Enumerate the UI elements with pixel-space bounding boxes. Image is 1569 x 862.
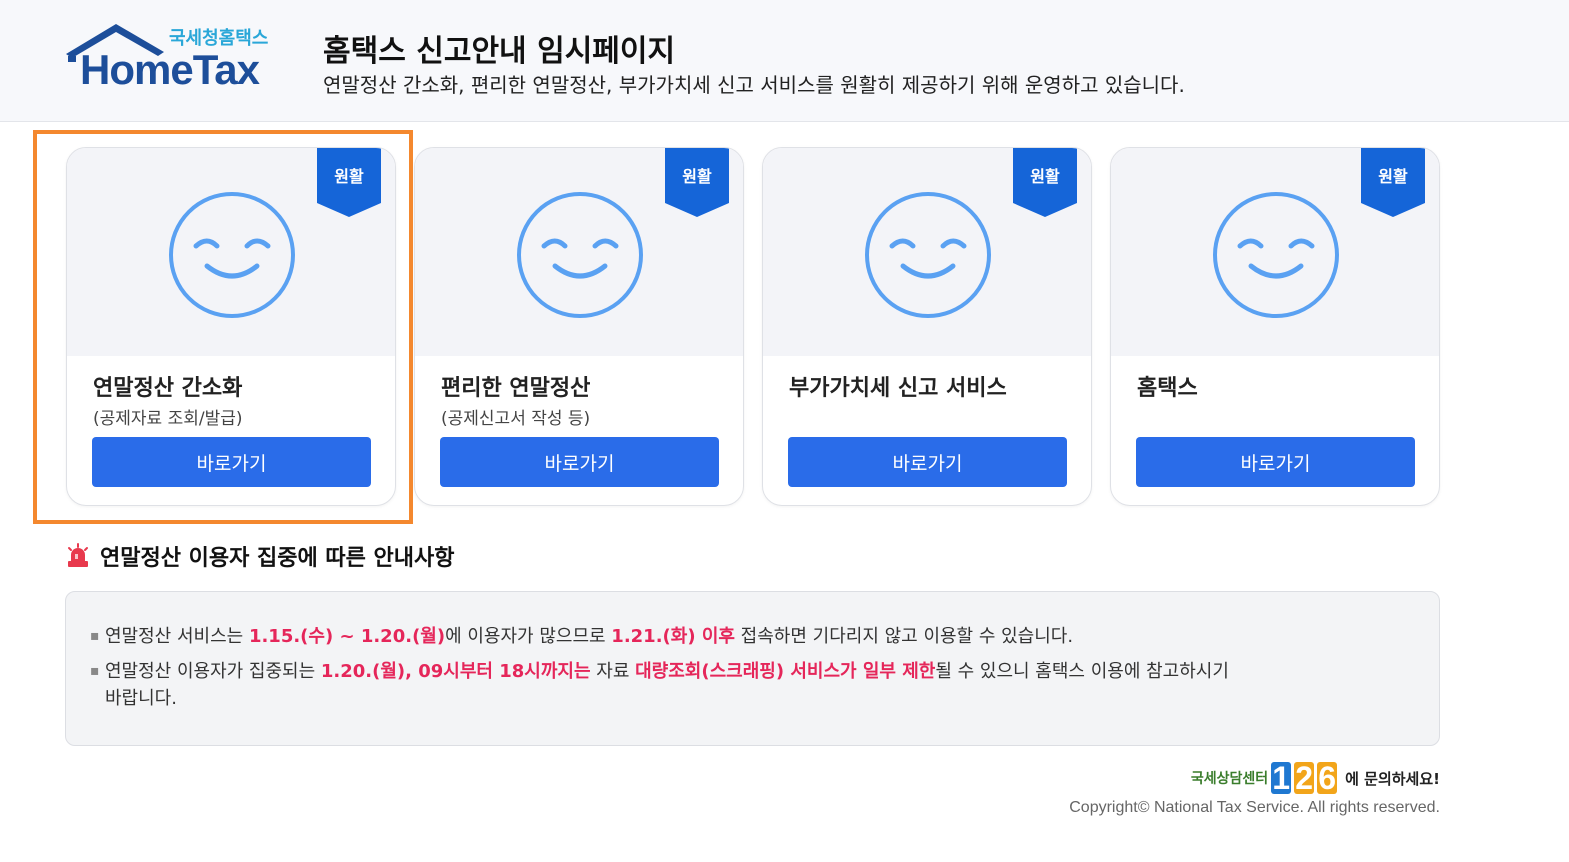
service-card-yearend-simplified: 원활 연말정산 간소화 (공제자료 조회/발급) 바로가기 — [66, 147, 396, 506]
notice-text: 연말정산 서비스는 — [105, 626, 249, 647]
status-badge: 원활 — [682, 167, 712, 186]
notice-text: 접속하면 기다리지 않고 이용할 수 있습니다. — [734, 626, 1074, 647]
siren-icon — [68, 543, 88, 567]
notice-item: ▪ 연말정산 이용자가 집중되는 1.20.(월), 09시부터 18시까지는 … — [90, 658, 1370, 712]
notice-box: ▪ 연말정산 서비스는 1.15.(수) ~ 1.20.(월)에 이용자가 많으… — [65, 591, 1440, 746]
notice-title: 연말정산 이용자 집중에 따른 안내사항 — [100, 546, 455, 571]
notice-highlight: 1.20.(월), 09시부터 18시까지는 — [320, 661, 591, 682]
status-badge: 원활 — [1378, 167, 1408, 186]
notice-text: 될 수 있으니 홈택스 이용에 참고하시기 — [935, 661, 1229, 682]
go-button-convenient-yearend[interactable]: 바로가기 — [440, 437, 719, 487]
card-title: 편리한 연말정산 — [441, 376, 591, 401]
bullet-icon: ▪ — [90, 663, 100, 679]
page-description: 연말정산 간소화, 편리한 연말정산, 부가가치세 신고 서비스를 원활히 제공… — [323, 73, 1185, 97]
hometax-logo[interactable]: 국세청홈택스 HomeTax — [64, 22, 276, 93]
help-center-label: 국세상담센터 — [1190, 771, 1269, 787]
notice-highlight: 대량조회(스크래핑) 서비스가 일부 제한 — [635, 661, 936, 682]
card-title: 홈택스 — [1137, 376, 1198, 401]
notice-highlight: 1.21.(화) 이후 — [611, 626, 735, 647]
notice-highlight: 1.15.(수) ~ 1.20.(월) — [248, 626, 446, 647]
smiley-icon — [865, 192, 991, 318]
copyright: Copyright© National Tax Service. All rig… — [1069, 799, 1440, 816]
status-badge: 원활 — [334, 167, 364, 186]
notice-text: 자료 — [590, 661, 636, 682]
notice-text: 연말정산 이용자가 집중되는 — [105, 661, 321, 682]
service-card-vat-filing: 원활 부가가치세 신고 서비스 바로가기 — [762, 147, 1092, 506]
notice-text: 에 이용자가 많으므로 — [445, 626, 612, 647]
service-card-hometax: 원활 홈택스 바로가기 — [1110, 147, 1440, 506]
smiley-icon — [169, 192, 295, 318]
smiley-icon — [517, 192, 643, 318]
help-center-banner[interactable]: 국세상담센터 1 2 6 에 문의하세요! — [1191, 760, 1440, 796]
notice-item: ▪ 연말정산 서비스는 1.15.(수) ~ 1.20.(월)에 이용자가 많으… — [90, 623, 1073, 650]
help-center-suffix: 에 문의하세요! — [1345, 769, 1440, 788]
logo-wordmark: HomeTax — [80, 46, 260, 93]
help-number-digit: 2 — [1294, 760, 1315, 796]
card-subtitle: (공제자료 조회/발급) — [93, 409, 243, 429]
smiley-icon — [1213, 192, 1339, 318]
go-button-vat-filing[interactable]: 바로가기 — [788, 437, 1067, 487]
card-subtitle: (공제신고서 작성 등) — [441, 409, 591, 429]
notice-heading: 연말정산 이용자 집중에 따른 안내사항 — [66, 540, 454, 572]
go-button-yearend-simplified[interactable]: 바로가기 — [92, 437, 371, 487]
service-card-convenient-yearend: 원활 편리한 연말정산 (공제신고서 작성 등) 바로가기 — [414, 147, 744, 506]
status-badge: 원활 — [1030, 167, 1060, 186]
go-button-hometax[interactable]: 바로가기 — [1136, 437, 1415, 487]
bullet-icon: ▪ — [90, 628, 100, 644]
help-number-digit: 6 — [1317, 760, 1338, 796]
page-title: 홈택스 신고안내 임시페이지 — [323, 34, 676, 69]
help-number-digit: 1 — [1271, 760, 1292, 796]
card-title: 연말정산 간소화 — [93, 376, 243, 401]
header: 국세청홈택스 HomeTax 홈택스 신고안내 임시페이지 연말정산 간소화, … — [0, 0, 1569, 122]
notice-text: 바랍니다. — [105, 688, 177, 709]
card-title: 부가가치세 신고 서비스 — [789, 376, 1007, 401]
